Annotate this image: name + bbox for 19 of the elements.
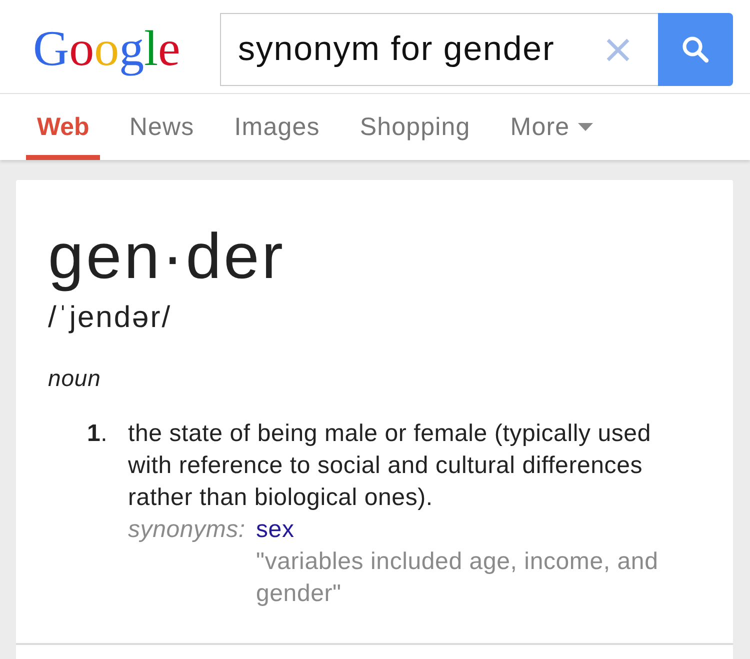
search-tab[interactable]: News (118, 94, 206, 160)
clear-button[interactable] (606, 38, 630, 62)
sense-number: 1. (87, 419, 109, 449)
search-field[interactable]: synonym for gender (220, 13, 658, 86)
search-tab[interactable]: Images (223, 94, 331, 160)
synonym-link[interactable]: sex (256, 514, 294, 546)
search-button[interactable] (658, 13, 733, 86)
search-tab[interactable]: Web (26, 94, 100, 160)
headword: gen·der (48, 220, 286, 292)
close-icon (606, 38, 630, 62)
part-of-speech: noun (48, 364, 102, 393)
synonyms-label: synonyms: (128, 515, 246, 545)
example-sentence: "variables included age, income, and gender" (256, 547, 660, 609)
search-tab[interactable]: Shopping (348, 94, 482, 160)
definition-text: the state of being male or female (typically used with reference to social and cultural differences rather than biological ones). (128, 419, 652, 513)
caret-icon (578, 123, 593, 131)
search-icon (682, 36, 709, 63)
search-tab[interactable]: More (499, 94, 604, 160)
pronunciation: /ˈjendər/ (48, 300, 173, 336)
